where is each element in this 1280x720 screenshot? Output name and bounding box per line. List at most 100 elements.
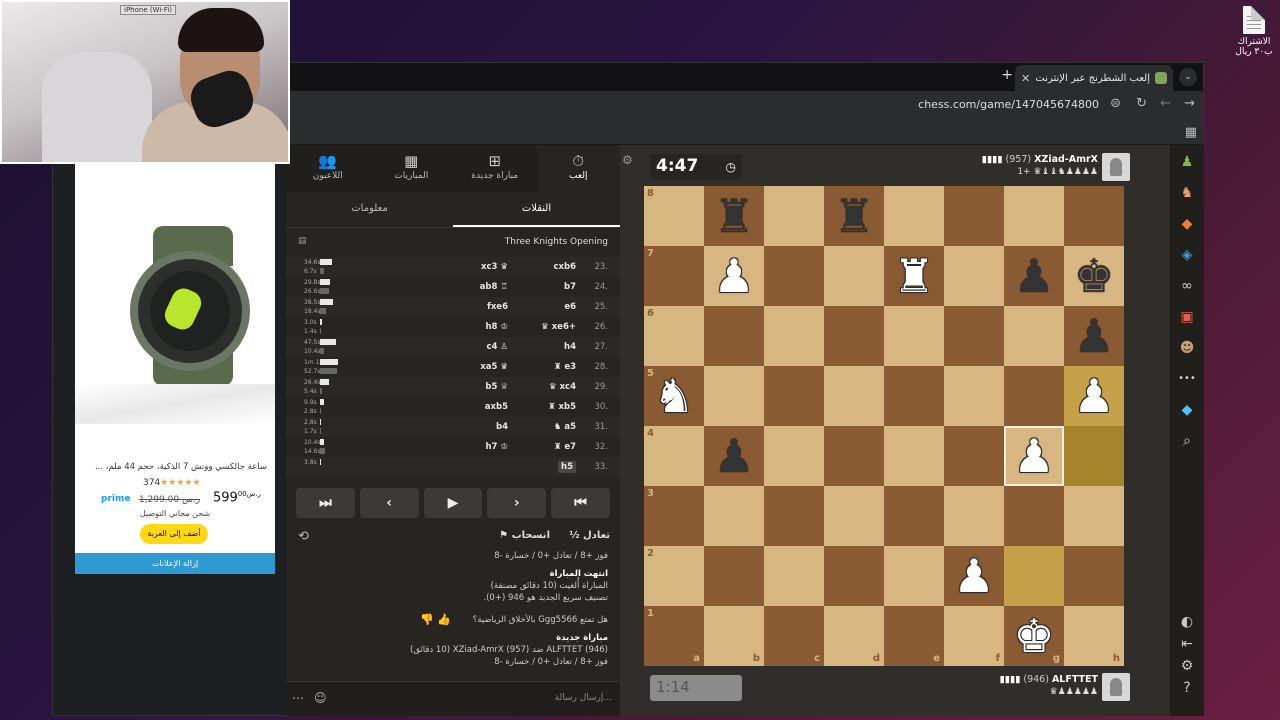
black-move[interactable]: b4 xyxy=(496,422,508,432)
square-h2[interactable] xyxy=(1064,546,1124,606)
square-g5[interactable] xyxy=(1004,366,1064,426)
square-f6[interactable] xyxy=(944,306,1004,366)
square-e5[interactable] xyxy=(884,366,944,426)
browser-tab[interactable]: إلعب الشطرنج عبر الإنترنت مجاناً ✕ xyxy=(1015,65,1173,91)
square-a1[interactable]: 1a xyxy=(644,606,704,666)
ad-title[interactable]: ساعة جالكسي ووتش 7 الذكية، حجم 44 ملم، .… xyxy=(77,462,267,472)
opening-name[interactable]: Three Knights Opening xyxy=(505,237,608,247)
last-move-button[interactable]: ⏮ xyxy=(551,488,610,518)
white-piece-f2[interactable]: ♟ xyxy=(944,546,1004,606)
square-e2[interactable] xyxy=(884,546,944,606)
tab-players[interactable]: 👥 اللاعبون xyxy=(286,145,370,192)
white-piece-g1[interactable]: ♚ xyxy=(1004,606,1064,666)
reload-icon[interactable]: ↻ xyxy=(1136,96,1147,111)
square-h5[interactable]: ♟ xyxy=(1064,366,1124,426)
white-piece-a5[interactable]: ♞ xyxy=(644,366,704,426)
square-a7[interactable]: 7 xyxy=(644,246,704,306)
black-piece-g7[interactable]: ♟ xyxy=(1004,246,1064,306)
square-g6[interactable] xyxy=(1004,306,1064,366)
square-e8[interactable] xyxy=(884,186,944,246)
square-d6[interactable] xyxy=(824,306,884,366)
square-d5[interactable] xyxy=(824,366,884,426)
black-move[interactable]: ab8 ♖ xyxy=(480,282,508,292)
square-c2[interactable] xyxy=(764,546,824,606)
more-icon[interactable]: ⋯ xyxy=(292,691,304,705)
square-b7[interactable]: ♟ xyxy=(704,246,764,306)
tab-play[interactable]: ⏱ إلعب xyxy=(536,145,620,192)
friends-icon[interactable]: ☻ xyxy=(1178,339,1196,357)
square-g2[interactable] xyxy=(1004,546,1064,606)
next-move-button[interactable]: › xyxy=(487,488,547,518)
square-a2[interactable]: 2 xyxy=(644,546,704,606)
move-row[interactable]: 28. ♜ e3 xa5 ♛ 1m 1s 52.7s xyxy=(286,357,620,377)
move-row[interactable]: 25. e6 fxe6 38.5s 18.4s xyxy=(286,297,620,317)
square-b6[interactable] xyxy=(704,306,764,366)
square-g4[interactable]: ♟ xyxy=(1004,426,1064,486)
white-piece-e7[interactable]: ♜ xyxy=(884,246,944,306)
square-c6[interactable] xyxy=(764,306,824,366)
back-icon[interactable]: → xyxy=(1184,96,1195,111)
tab-info[interactable]: معلومات xyxy=(286,192,453,227)
square-d7[interactable] xyxy=(824,246,884,306)
black-piece-b4[interactable]: ♟ xyxy=(704,426,764,486)
more-icon[interactable]: ••• xyxy=(1178,370,1196,388)
board-settings-icon[interactable]: ⚙ xyxy=(622,153,633,167)
tab-moves[interactable]: النقلات xyxy=(453,192,620,227)
forward-icon[interactable]: ← xyxy=(1160,96,1171,111)
white-move[interactable]: ♛ xe6+ xyxy=(541,322,576,332)
tab-new-game[interactable]: ⊞ مباراة جديدة xyxy=(453,145,537,192)
white-move[interactable]: h5 xyxy=(558,461,576,473)
square-d8[interactable]: ♜ xyxy=(824,186,884,246)
settings-icon[interactable]: ⚙ xyxy=(1178,657,1196,675)
collapse-icon[interactable]: ⇤ xyxy=(1178,635,1196,653)
apps-grid-icon[interactable]: ▦ xyxy=(1185,125,1197,140)
square-b8[interactable]: ♜ xyxy=(704,186,764,246)
square-f8[interactable] xyxy=(944,186,1004,246)
square-c4[interactable] xyxy=(764,426,824,486)
first-move-button[interactable]: ⏭ xyxy=(296,488,355,518)
theme-icon[interactable]: ◐ xyxy=(1178,613,1196,631)
move-row[interactable]: 30. ♜ xb5 axb5 9.9s 2.8s xyxy=(286,397,620,417)
square-b1[interactable]: b xyxy=(704,606,764,666)
move-row[interactable]: 27. h4 c4 ♙ 47.5s 10.4s xyxy=(286,337,620,357)
previous-move-button[interactable]: ‹ xyxy=(359,488,419,518)
move-row[interactable]: 26. ♛ xe6+ h8 ♔ 3.0s 1.4s xyxy=(286,317,620,337)
square-b5[interactable] xyxy=(704,366,764,426)
square-f1[interactable]: f xyxy=(944,606,1004,666)
white-move[interactable]: ♜ e7 xyxy=(554,442,576,452)
square-g1[interactable]: g ♚ xyxy=(1004,606,1064,666)
white-move[interactable]: ♞ a5 xyxy=(554,422,576,432)
square-h3[interactable] xyxy=(1064,486,1124,546)
black-move[interactable]: h7 ♔ xyxy=(485,442,508,452)
square-e6[interactable] xyxy=(884,306,944,366)
square-d3[interactable] xyxy=(824,486,884,546)
play-button[interactable]: ▶ xyxy=(423,488,483,518)
square-c8[interactable] xyxy=(764,186,824,246)
ad-banner[interactable]: ساعة جالكسي ووتش 7 الذكية، حجم 44 ملم، .… xyxy=(75,164,275,574)
add-to-cart-button[interactable]: أضف إلى العربة xyxy=(140,524,208,544)
square-c1[interactable]: c xyxy=(764,606,824,666)
square-e7[interactable]: ♜ xyxy=(884,246,944,306)
white-move[interactable]: e6 xyxy=(564,302,576,312)
community-icon[interactable]: ∞ xyxy=(1178,277,1196,295)
square-f5[interactable] xyxy=(944,366,1004,426)
square-c5[interactable] xyxy=(764,366,824,426)
square-g3[interactable] xyxy=(1004,486,1064,546)
square-b4[interactable]: ♟ xyxy=(704,426,764,486)
book-icon[interactable]: ▤ xyxy=(298,236,307,246)
draw-button[interactable]: ½ تعادل xyxy=(569,530,610,541)
thumbs-icons[interactable]: 👎 👍 xyxy=(420,613,451,626)
watch-icon[interactable]: ◈ xyxy=(1178,246,1196,264)
square-c7[interactable] xyxy=(764,246,824,306)
square-a6[interactable]: 6 xyxy=(644,306,704,366)
tab-menu-icon[interactable]: ⌄ xyxy=(1179,68,1197,86)
square-e4[interactable] xyxy=(884,426,944,486)
black-move[interactable]: c4 ♙ xyxy=(486,342,508,352)
chess-board[interactable]: 8 ♜ ♜ 7 ♟ ♜ ♟ ♚ 6 ♟ 5 ♞ ♟ 4 ♟ ♟ 3 2 ♟ 1 a b c d e f g ♚ h xyxy=(644,186,1124,666)
move-row[interactable]: 24. b7 ab8 ♖ 29.8s 26.6s xyxy=(286,277,620,297)
pawn-icon[interactable]: ♟ xyxy=(1178,153,1196,171)
diamond-icon[interactable]: ◆ xyxy=(1178,401,1196,419)
top-avatar[interactable] xyxy=(1102,153,1130,181)
square-b2[interactable] xyxy=(704,546,764,606)
site-info-icon[interactable]: ⊜ xyxy=(1110,96,1121,111)
